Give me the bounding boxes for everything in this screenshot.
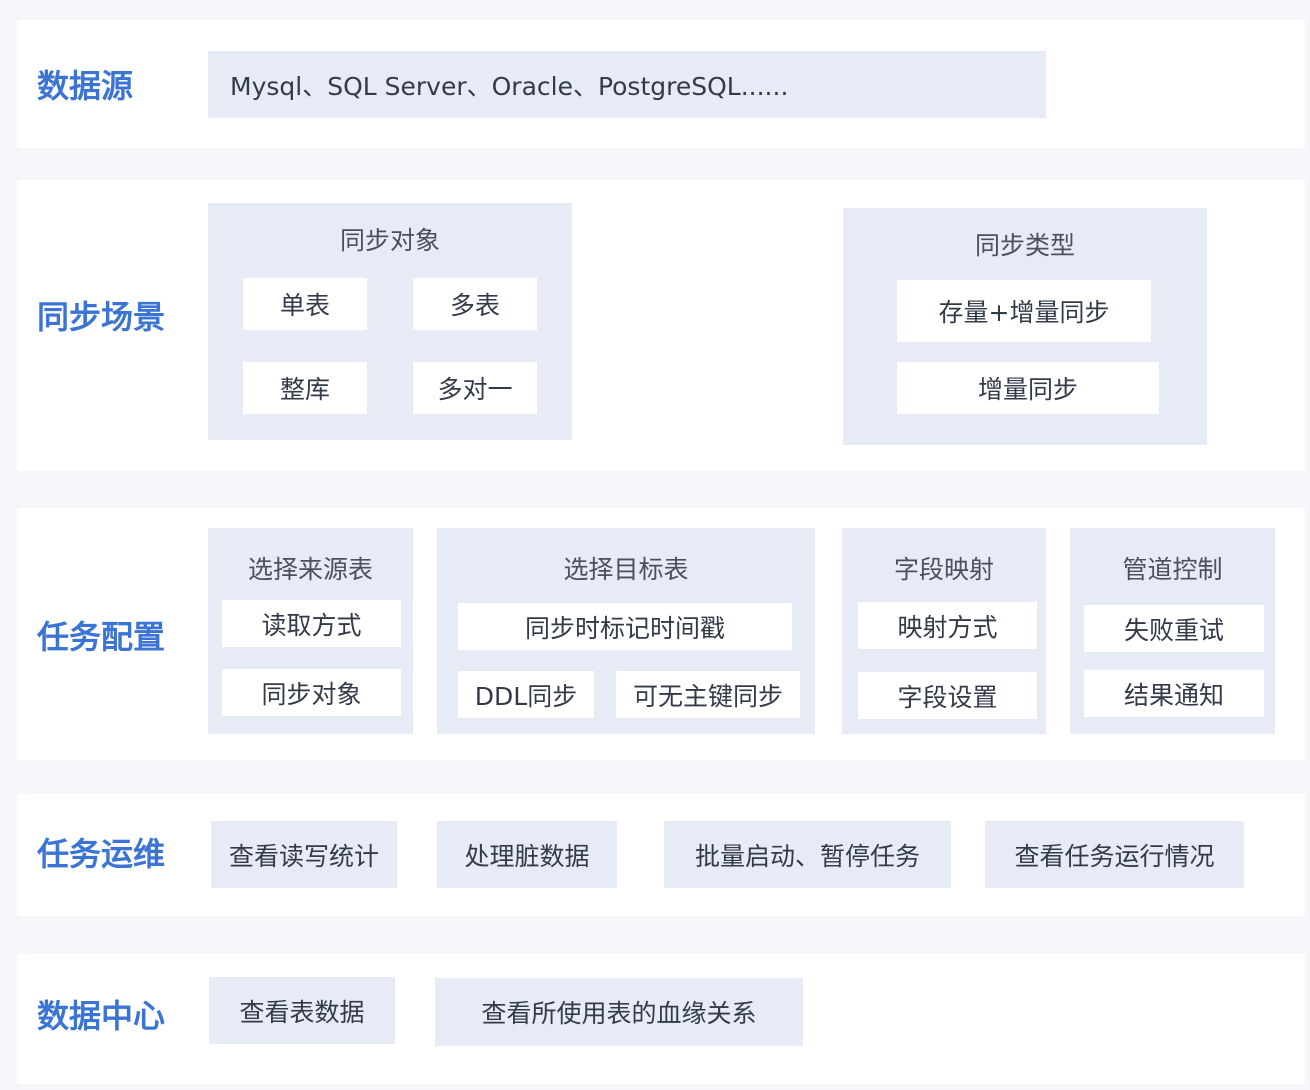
sync-object-title: 同步对象	[339, 226, 440, 255]
task-status-item: 查看任务运行情况	[985, 821, 1244, 888]
field-settings-item: 字段设置	[858, 672, 1037, 719]
source-sync-object-item: 同步对象	[222, 669, 401, 716]
sync-type-box: 同步类型 存量+增量同步 增量同步	[843, 208, 1207, 445]
ddl-sync-item: DDL同步	[458, 671, 594, 718]
data-center-panel: 数据中心 查看表数据 查看所使用表的血缘关系	[17, 954, 1305, 1084]
sync-object-whole-db: 整库	[243, 362, 367, 414]
target-table-box: 选择目标表 同步时标记时间戳 DDL同步 可无主键同步	[437, 528, 815, 734]
mapping-mode-item: 映射方式	[858, 602, 1037, 649]
sync-object-box: 同步对象 单表 多表 整库 多对一	[208, 203, 572, 440]
sync-object-many-to-one: 多对一	[413, 362, 537, 414]
datasource-list: Mysql、SQL Server、Oracle、PostgreSQL......	[230, 71, 789, 101]
task-config-panel: 任务配置 选择来源表 读取方式 同步对象 选择目标表 同步时标记时间戳 DDL同…	[17, 508, 1305, 760]
source-table-title: 选择来源表	[247, 555, 373, 584]
datasource-label: 数据源	[37, 67, 134, 105]
retry-on-failure-item: 失败重试	[1084, 605, 1264, 652]
field-mapping-box: 字段映射 映射方式 字段设置	[842, 528, 1046, 734]
table-lineage-item: 查看所使用表的血缘关系	[435, 978, 803, 1046]
sync-scene-panel: 同步场景 同步对象 单表 多表 整库 多对一 同步类型 存量+增量同步 增量同步	[17, 180, 1305, 471]
view-table-data-item: 查看表数据	[209, 977, 395, 1044]
sync-type-incremental: 增量同步	[897, 362, 1159, 414]
pipeline-control-box: 管道控制 失败重试 结果通知	[1070, 528, 1275, 734]
datasource-panel: 数据源 Mysql、SQL Server、Oracle、PostgreSQL..…	[17, 20, 1305, 148]
timestamp-mark-item: 同步时标记时间戳	[458, 603, 792, 650]
batch-start-pause-item: 批量启动、暂停任务	[664, 821, 951, 888]
field-mapping-title: 字段映射	[893, 555, 994, 584]
read-mode-item: 读取方式	[222, 600, 401, 647]
dirty-data-item: 处理脏数据	[437, 821, 617, 888]
rw-stats-item: 查看读写统计	[211, 821, 397, 888]
task-ops-panel: 任务运维 查看读写统计 处理脏数据 批量启动、暂停任务 查看任务运行情况	[17, 794, 1305, 916]
sync-type-full-incremental: 存量+增量同步	[897, 280, 1151, 342]
pipeline-control-title: 管道控制	[1122, 555, 1223, 584]
target-table-title: 选择目标表	[563, 555, 689, 584]
source-table-box: 选择来源表 读取方式 同步对象	[208, 528, 413, 734]
task-config-label: 任务配置	[37, 618, 166, 656]
result-notification-item: 结果通知	[1084, 670, 1264, 717]
no-pk-sync-item: 可无主键同步	[616, 671, 800, 718]
sync-type-title: 同步类型	[974, 231, 1075, 260]
sync-object-single-table: 单表	[243, 278, 367, 330]
datasource-box: Mysql、SQL Server、Oracle、PostgreSQL......	[208, 51, 1046, 118]
task-ops-label: 任务运维	[37, 835, 166, 873]
data-center-label: 数据中心	[37, 997, 166, 1035]
sync-scene-label: 同步场景	[37, 298, 166, 336]
sync-object-multi-table: 多表	[413, 278, 537, 330]
